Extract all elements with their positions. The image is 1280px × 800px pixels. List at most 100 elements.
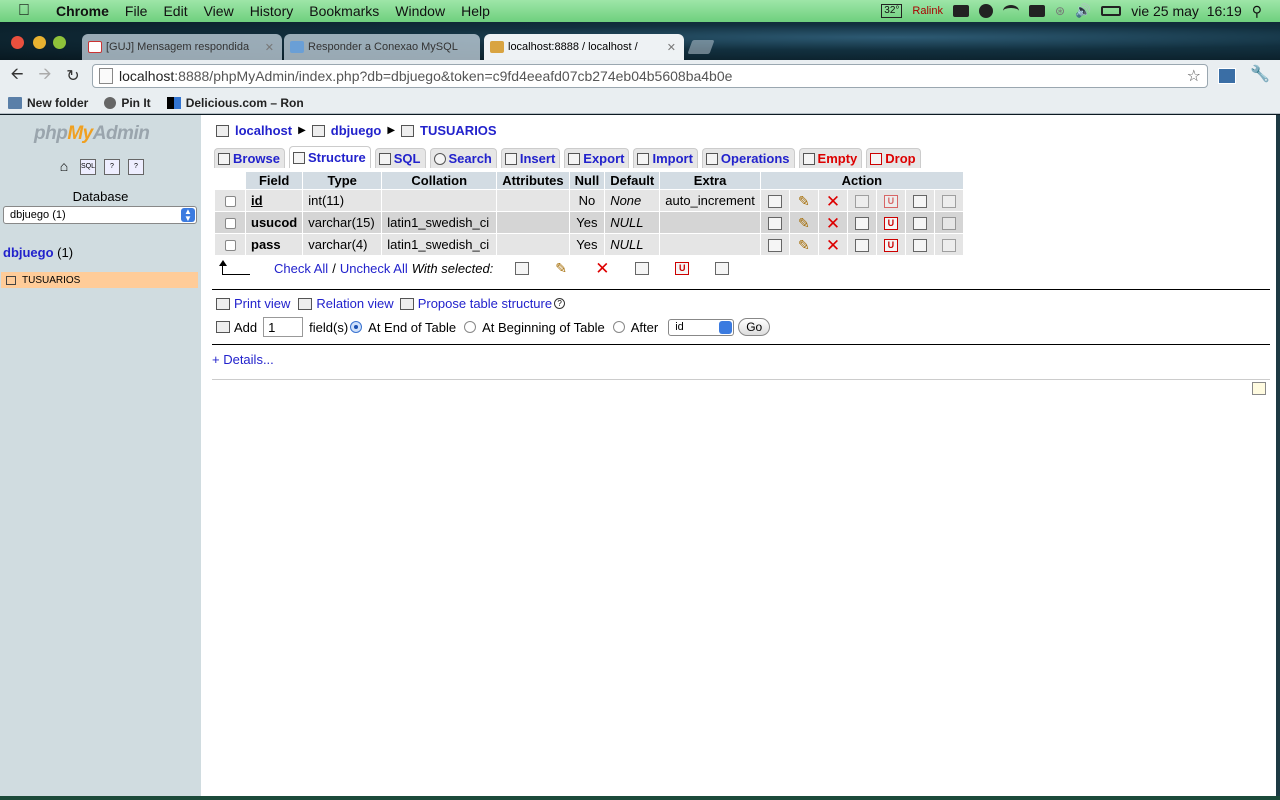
edit-pencil-icon[interactable]: ✎ xyxy=(797,216,811,230)
edit-pencil-icon[interactable]: ✎ xyxy=(797,194,811,208)
menu-view[interactable]: View xyxy=(196,0,242,22)
apple-icon[interactable]:  xyxy=(18,3,36,19)
back-button[interactable]: 🡨 xyxy=(6,63,28,90)
spotlight-icon[interactable]: ⚲ xyxy=(1252,3,1262,20)
primary-selected-icon[interactable] xyxy=(635,262,650,275)
display-icon[interactable] xyxy=(1028,5,1045,17)
menu-window[interactable]: Window xyxy=(387,0,453,22)
print-view-link[interactable]: Print view xyxy=(234,296,290,311)
index-icon[interactable] xyxy=(912,195,927,209)
menu-help[interactable]: Help xyxy=(453,0,498,22)
row-checkbox[interactable] xyxy=(224,218,236,230)
breadcrumb-server[interactable]: localhost xyxy=(216,123,292,138)
check-all-link[interactable]: Check All xyxy=(274,261,328,276)
browse-distinct-icon[interactable] xyxy=(767,217,782,231)
details-link[interactable]: + Details... xyxy=(212,352,274,367)
bookmark-star-icon[interactable]: ☆ xyxy=(1187,66,1201,86)
delete-x-icon[interactable]: ✕ xyxy=(826,237,840,254)
edit-pencil-icon[interactable]: ✎ xyxy=(797,238,811,252)
browse-selected-icon[interactable] xyxy=(515,262,530,275)
phpmyadmin-logo[interactable]: phpMyAdmin xyxy=(34,123,150,145)
documentation-icon[interactable]: ? xyxy=(104,159,120,175)
temperature-indicator[interactable]: 32° xyxy=(881,4,903,18)
add-field-count-input[interactable] xyxy=(263,317,304,337)
new-tab-button[interactable] xyxy=(687,40,715,54)
forward-button[interactable]: 🡪 xyxy=(34,63,56,90)
radio-at-end[interactable] xyxy=(350,321,363,333)
minimize-window-icon[interactable] xyxy=(33,36,46,49)
battery-icon[interactable] xyxy=(1101,6,1122,16)
bookmark-pin-it[interactable]: Pin It xyxy=(104,96,151,110)
radio-at-beginning[interactable] xyxy=(464,321,477,333)
bookmark-delicious[interactable]: Delicious.com – Ron xyxy=(166,96,304,110)
ralink-indicator[interactable]: Ralink xyxy=(912,5,943,17)
menu-app-name[interactable]: Chrome xyxy=(48,0,117,22)
unique-icon[interactable]: U xyxy=(883,217,898,231)
index-selected-icon[interactable] xyxy=(715,262,730,275)
propose-structure-link[interactable]: Propose table structure xyxy=(418,296,552,311)
sql-query-icon[interactable]: SQL xyxy=(80,159,96,175)
bookmark-new-folder[interactable]: New folder xyxy=(8,96,88,110)
browse-distinct-icon[interactable] xyxy=(767,195,782,209)
delete-x-icon[interactable]: ✕ xyxy=(826,215,840,232)
extension-icon[interactable] xyxy=(1218,68,1236,84)
delete-selected-icon[interactable]: ✕ xyxy=(595,260,609,277)
sql-docs-icon[interactable]: ? xyxy=(128,159,144,175)
clock[interactable]: vie 25 may 16:19 xyxy=(1131,3,1242,19)
tab-browse[interactable]: Browse xyxy=(214,148,285,168)
tab-structure[interactable]: Structure xyxy=(288,146,371,168)
tab-export[interactable]: Export xyxy=(564,148,630,168)
reload-button[interactable]: ↻ xyxy=(62,66,84,86)
menu-history[interactable]: History xyxy=(242,0,302,22)
menu-file[interactable]: File xyxy=(117,0,156,22)
close-window-icon[interactable] xyxy=(11,36,24,49)
index-icon[interactable] xyxy=(912,217,927,231)
index-icon[interactable] xyxy=(912,239,927,253)
relation-view-link[interactable]: Relation view xyxy=(316,296,393,311)
wifi-icon[interactable] xyxy=(1002,5,1019,17)
address-bar[interactable]: localhost:8888/phpMyAdmin/index.php?db=d… xyxy=(92,64,1208,88)
tab-operations[interactable]: Operations xyxy=(701,148,795,168)
row-checkbox[interactable] xyxy=(224,240,236,252)
unique-icon[interactable]: U xyxy=(883,239,898,253)
tab-empty[interactable]: Empty xyxy=(798,148,863,168)
wrench-icon[interactable]: 🔧 xyxy=(1250,67,1270,83)
volume-icon[interactable]: 🔊 xyxy=(1075,3,1091,19)
tab-import[interactable]: Import xyxy=(633,148,698,168)
database-select[interactable]: dbjuego (1) ▲ ▼ xyxy=(3,206,197,224)
tab-drop[interactable]: Drop xyxy=(866,148,921,168)
menu-bookmarks[interactable]: Bookmarks xyxy=(301,0,387,22)
primary-key-icon[interactable] xyxy=(854,239,869,253)
bluetooth-icon[interactable]: ⊛ xyxy=(1055,4,1065,18)
table-icon[interactable] xyxy=(6,275,16,285)
breadcrumb-database[interactable]: dbjuego xyxy=(311,123,381,138)
notes-icon[interactable] xyxy=(1252,382,1266,395)
primary-key-icon[interactable] xyxy=(854,217,869,231)
close-tab-icon[interactable]: ✕ xyxy=(661,41,676,54)
browse-distinct-icon[interactable] xyxy=(767,239,782,253)
delete-x-icon[interactable]: ✕ xyxy=(826,193,840,210)
tab-search[interactable]: Search xyxy=(429,148,497,168)
tab-sql[interactable]: SQL xyxy=(374,148,426,168)
breadcrumb-table[interactable]: TUSUARIOS xyxy=(401,123,497,138)
go-button[interactable]: Go xyxy=(738,318,771,336)
menu-edit[interactable]: Edit xyxy=(155,0,195,22)
browser-tab-phpmyadmin[interactable]: localhost:8888 / localhost / ✕ xyxy=(484,34,684,60)
radio-after[interactable] xyxy=(612,321,625,333)
unique-selected-icon[interactable]: U xyxy=(675,262,690,275)
sidebar-table-item[interactable]: TUSUARIOS xyxy=(1,272,198,288)
tab-insert[interactable]: Insert xyxy=(500,148,561,168)
zoom-window-icon[interactable] xyxy=(53,36,66,49)
database-link[interactable]: dbjuego xyxy=(3,245,54,260)
uncheck-all-link[interactable]: Uncheck All xyxy=(340,261,408,276)
help-icon[interactable]: ? xyxy=(554,298,566,309)
evernote-icon[interactable] xyxy=(978,4,993,18)
browser-tab-forum[interactable]: Responder a Conexao MySQL xyxy=(284,34,480,60)
browser-tab-gmail[interactable]: [GUJ] Mensagem respondida ✕ xyxy=(82,34,282,60)
row-checkbox[interactable] xyxy=(224,196,236,208)
home-icon[interactable]: ⌂ xyxy=(56,159,72,175)
cloud-icon[interactable] xyxy=(952,5,969,17)
after-column-select[interactable]: id xyxy=(668,318,735,336)
close-tab-icon[interactable]: ✕ xyxy=(259,41,274,54)
edit-selected-icon[interactable]: ✎ xyxy=(555,261,569,275)
